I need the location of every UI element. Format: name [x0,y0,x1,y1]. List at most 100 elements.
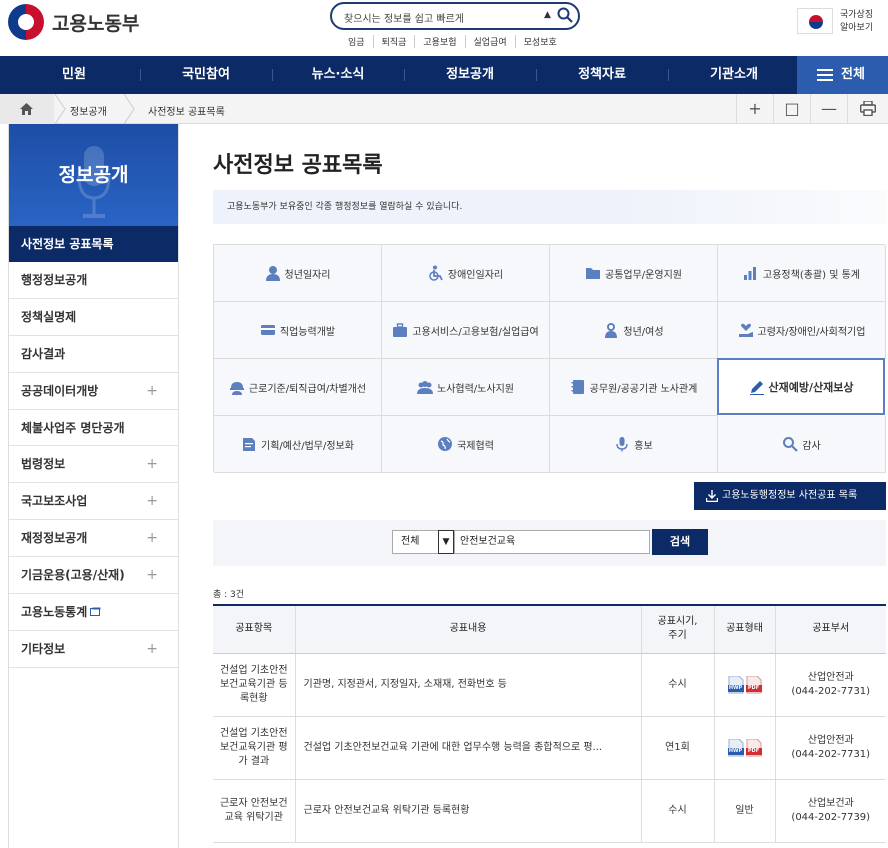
nav-item-news[interactable]: 뉴스·소식 [272,56,404,94]
pdf-file-icon[interactable]: PDF [745,675,762,694]
site-logo[interactable]: 고용노동부 [8,4,139,40]
magnifier-icon [783,437,799,452]
quick-link[interactable]: 모성보호 [514,35,565,48]
hand-heart-icon [738,323,753,337]
breadcrumb: 정보공개 사전정보 공표목록 + □ — [0,94,888,124]
sidebar-item[interactable]: 고용노동통계 [9,594,178,631]
sidebar-item[interactable]: 체불사업주 명단공개 [9,410,178,447]
briefcase-icon [393,323,408,337]
sidebar-item[interactable]: 기금운용(고용/산재) + [9,557,178,595]
sidebar-item[interactable]: 정책실명제 [9,299,178,336]
quick-link[interactable]: 고용보험 [414,35,464,48]
national-flag-icon[interactable] [797,8,833,34]
category-tile[interactable]: 공무원/공공기관 노사관계 [550,359,718,416]
sidebar-item-label: 고용노동통계 [21,605,88,620]
nav-item-policy-data[interactable]: 정책자료 [536,56,668,94]
quick-link[interactable]: 실업급여 [464,35,515,48]
search-icon[interactable] [556,6,574,24]
sidebar-item-label: 체불사업주 명단공개 [21,420,125,435]
expand-icon[interactable]: + [146,483,158,519]
expand-icon[interactable]: + [146,631,158,667]
category-tile[interactable]: 장애인일자리 [382,245,550,302]
globe-icon [438,437,453,451]
category-tile[interactable]: 고용정책(총괄) 및 통계 [718,245,886,302]
sidebar-item-label: 감사결과 [21,346,66,361]
all-menu-button[interactable]: 전체 [797,56,888,94]
expand-icon[interactable]: + [146,446,158,482]
print-icon [859,100,877,117]
sidebar-item[interactable]: 재정정보공개 + [9,520,178,558]
zoom-out-button[interactable]: — [810,94,847,124]
content-cell[interactable]: 근로자 안전보건교육 위탁기관 등록현황 [294,779,641,843]
category-tile[interactable]: 감사 [718,416,886,473]
card-icon [260,325,275,335]
quick-link[interactable]: 퇴직금 [372,35,415,48]
table-row[interactable]: 건설업 기초안전보건교육기관 등록현황 기관명, 지정관서, 지정일자, 소재재,… [213,653,886,717]
expand-icon[interactable]: + [146,520,158,556]
category-grid: 청년일자리 장애인일자리 공통업무/운영지원 고용정책(총괄) 및 통계 직업능력개발 고… [213,244,886,473]
sidebar-item[interactable]: 법령정보 + [9,446,178,484]
form-cell: HWP PDF [713,716,775,780]
nav-item-participation[interactable]: 국민참여 [140,56,272,94]
category-tile[interactable]: 공통업무/운영지원 [550,245,718,302]
category-tile[interactable]: 노사협력/노사지원 [382,359,550,416]
home-button[interactable] [0,94,54,124]
search-bar[interactable]: 찾으시는 정보를 쉽고 빠르게 ▲ [330,2,580,30]
hwp-file-icon[interactable]: HWP [727,675,744,694]
sidebar-item-label: 법령정보 [21,457,66,472]
column-header: 공표부서 [774,605,886,654]
nav-item-about[interactable]: 기관소개 [668,56,800,94]
document-icon [243,438,256,451]
content-cell[interactable]: 건설업 기초안전보건교육 기관에 대한 업무수행 능력을 종합적으로 평... [294,716,641,780]
search-options-icon[interactable]: ▲ [544,10,551,20]
category-tile[interactable]: 기획/예산/법무/정보화 [214,416,382,473]
sidebar-item[interactable]: 공공데이터개방 + [9,373,178,410]
site-header: 고용노동부 찾으시는 정보를 쉽고 빠르게 ▲ 임금 퇴직금 고용보험 실업급여… [0,0,888,56]
keyword-input[interactable]: 안전보건교육 [454,530,650,554]
breadcrumb-item[interactable]: 정보공개 [70,103,107,118]
group-icon [417,381,433,394]
sidebar-item[interactable]: 감사결과 [9,336,178,373]
category-tile[interactable]: 고령자/장애인/사회적기업 [718,302,886,359]
zoom-in-button[interactable]: + [736,94,773,124]
period-cell: 연1회 [640,716,714,780]
category-tile[interactable]: 직업능력개발 [214,302,382,359]
category-tile[interactable]: 산재예방/산재보상 [717,358,885,415]
category-tile[interactable]: 청년일자리 [214,245,382,302]
download-list-button[interactable]: 고용노동행정정보 사전공표 목록 [694,482,886,510]
category-tile[interactable]: 고용서비스/고용보험/실업급여 [382,302,550,359]
form-cell: HWP PDF [713,653,775,717]
quick-link[interactable]: 임금 [340,35,373,48]
sidebar-item[interactable]: 행정정보공개 [9,262,178,299]
pdf-file-icon[interactable]: PDF [745,738,762,757]
sidebar-item[interactable]: 국고보조사업 + [9,483,178,521]
quick-links: 임금 퇴직금 고용보험 실업급여 모성보호 [340,35,565,48]
category-label: 고용정책(총괄) 및 통계 [763,269,860,281]
expand-icon[interactable]: + [146,373,158,409]
woman-icon [605,323,618,338]
search-button[interactable]: 검색 [652,529,708,555]
sidebar-item[interactable]: 기타정보 + [9,631,178,668]
search-input[interactable]: 찾으시는 정보를 쉽고 빠르게 [344,10,464,25]
print-button[interactable] [847,94,888,124]
expand-icon[interactable]: + [146,557,158,593]
intro-banner: 고용노동부가 보유중인 각종 행정정보를 열람하실 수 있습니다. [213,190,886,224]
table-row[interactable]: 근로자 안전보건교육 위탁기관 근로자 안전보건교육 위탁기관 등록현황 수시 일반 산… [213,779,886,843]
category-tile[interactable]: 홍보 [550,416,718,473]
content-cell[interactable]: 기관명, 지정관서, 지정일자, 소재재, 전화번호 등 [294,653,641,717]
zoom-reset-button[interactable]: □ [773,94,810,124]
hwp-file-icon[interactable]: HWP [727,738,744,757]
category-tile[interactable]: 청년/여성 [550,302,718,359]
nav-item-civil[interactable]: 민원 [8,56,140,94]
result-count: 총 : 3건 [213,590,245,600]
main-navigation: 민원 국민참여 뉴스·소식 정보공개 정책자료 기관소개 전체 [0,56,888,94]
item-cell: 건설업 기초안전보건교육기관 평가 결과 [213,716,295,780]
search-scope-select[interactable]: 전체 ▼ [392,530,454,554]
category-tile[interactable]: 근로기준/퇴직급여/차별개선 [214,359,382,416]
table-row[interactable]: 건설업 기초안전보건교육기관 평가 결과 건설업 기초안전보건교육 기관에 대한 … [213,716,886,780]
national-symbol-link[interactable]: 국가상징 알아보기 [840,9,873,35]
category-tile[interactable]: 국제협력 [382,416,550,473]
nav-item-info-disclosure[interactable]: 정보공개 [404,56,536,94]
sidebar-item-current[interactable]: 사전정보 공표목록 [9,226,178,262]
pencil-icon [749,380,764,395]
